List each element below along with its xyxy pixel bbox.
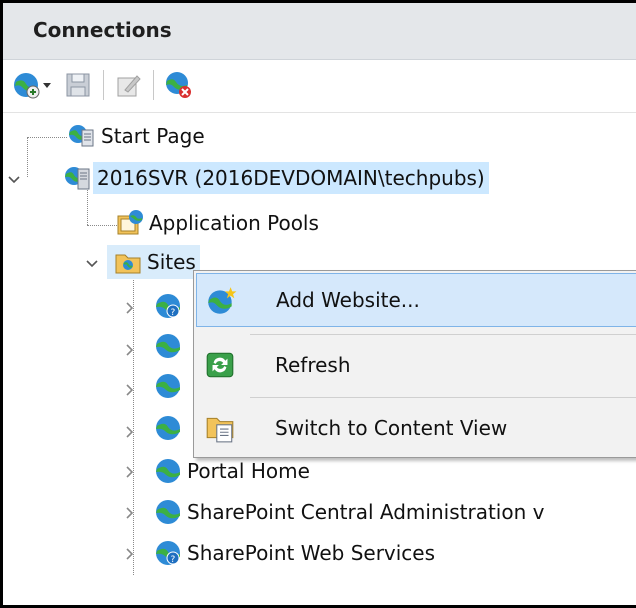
tree-guide — [87, 225, 117, 226]
site-globe-icon: ? — [156, 541, 180, 565]
menu-item-switch-content-view[interactable]: Switch to Content View — [196, 401, 636, 455]
chevron-right-icon[interactable] — [121, 545, 139, 563]
server-icon — [65, 167, 90, 190]
connections-header: Connections — [3, 3, 636, 60]
site-globe-icon — [156, 500, 180, 524]
tree-item-label: Application Pools — [149, 211, 319, 235]
menu-item-label: Refresh — [275, 353, 351, 377]
menu-separator — [250, 397, 636, 398]
tree-item-label: Start Page — [101, 124, 205, 148]
tree-guide — [27, 137, 28, 177]
disconnect-icon[interactable] — [163, 70, 195, 102]
tree-item-label: Sites — [147, 250, 196, 274]
tree-item-server[interactable]: 2016SVR (2016DEVDOMAIN\techpubs) — [63, 161, 489, 195]
svg-text:?: ? — [171, 308, 176, 318]
panel-title: Connections — [33, 18, 172, 42]
site-globe-icon — [156, 416, 180, 440]
edit-icon[interactable] — [113, 70, 145, 102]
toolbar-separator — [153, 70, 156, 100]
tree-item-label: SharePoint Central Administration v — [187, 500, 545, 524]
context-menu: Add Website... Refresh Switch to Content… — [193, 270, 636, 458]
tree-guide — [27, 137, 67, 138]
menu-item-add-website[interactable]: Add Website... — [196, 273, 636, 327]
tree-item-label: SharePoint Web Services — [187, 541, 436, 565]
chevron-down-icon[interactable] — [5, 171, 23, 189]
start-page-icon — [69, 125, 94, 147]
toolbar-separator — [103, 70, 106, 100]
menu-item-label: Switch to Content View — [275, 416, 508, 440]
chevron-right-icon[interactable] — [121, 381, 139, 399]
chevron-right-icon[interactable] — [121, 299, 139, 317]
chevron-right-icon[interactable] — [121, 463, 139, 481]
menu-separator — [250, 334, 636, 335]
tree-item-label: Portal Home — [187, 459, 310, 483]
refresh-icon — [206, 352, 234, 378]
dropdown-arrow-icon[interactable] — [41, 70, 53, 102]
tree-item-site[interactable]: Portal Home — [153, 454, 314, 488]
chevron-down-icon[interactable] — [83, 255, 101, 273]
chevron-right-icon[interactable] — [121, 341, 139, 359]
menu-item-label: Add Website... — [276, 288, 420, 312]
connections-toolbar — [3, 60, 636, 113]
site-globe-icon — [156, 334, 180, 358]
tree-item-app-pools[interactable]: Application Pools — [115, 206, 323, 240]
menu-item-refresh[interactable]: Refresh — [196, 338, 636, 392]
site-globe-icon — [156, 374, 180, 398]
add-website-icon — [208, 287, 237, 314]
tree-item-site[interactable]: ? SharePoint Web Services — [153, 536, 439, 570]
content-view-icon — [206, 417, 234, 443]
app-pools-icon — [117, 210, 143, 235]
save-icon[interactable] — [63, 70, 95, 102]
tree-item-sites[interactable]: Sites — [107, 245, 200, 279]
connect-globe-icon[interactable] — [11, 70, 43, 102]
svg-text:?: ? — [171, 555, 176, 565]
tree-item-start-page[interactable]: Start Page — [67, 119, 209, 153]
sites-folder-icon — [115, 254, 141, 274]
site-globe-icon: ? — [156, 294, 180, 318]
tree-item-site[interactable]: SharePoint Central Administration v — [153, 495, 548, 529]
site-globe-icon — [156, 459, 180, 483]
chevron-right-icon[interactable] — [121, 504, 139, 522]
chevron-right-icon[interactable] — [121, 423, 139, 441]
tree-item-label: 2016SVR (2016DEVDOMAIN\techpubs) — [93, 162, 489, 194]
